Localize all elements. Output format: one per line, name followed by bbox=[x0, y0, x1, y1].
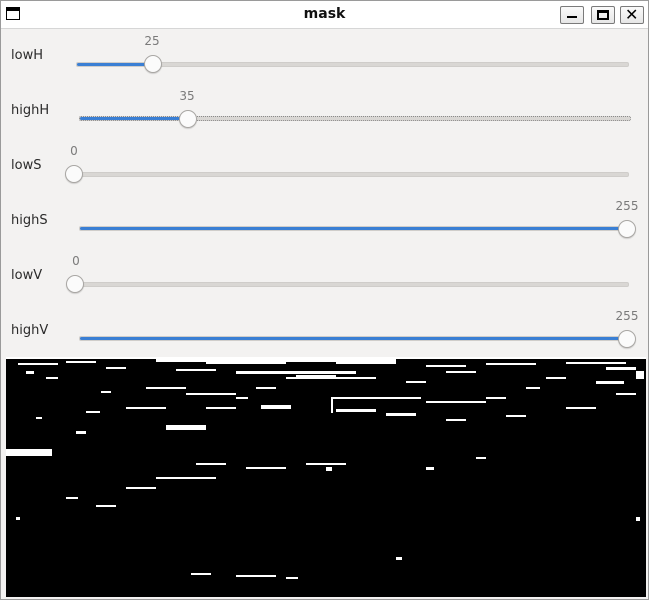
maximize-icon bbox=[597, 10, 609, 20]
slider-value-lowV: 0 bbox=[72, 254, 80, 268]
slider-handle-lowS[interactable] bbox=[65, 165, 83, 183]
slider-fill-highS bbox=[80, 227, 629, 230]
slider-value-highV: 255 bbox=[615, 309, 639, 323]
close-icon: ✕ bbox=[625, 5, 639, 24]
slider-handle-lowH[interactable] bbox=[144, 55, 162, 73]
slider-handle-highH[interactable] bbox=[179, 110, 197, 128]
slider-handle-highV[interactable] bbox=[618, 330, 636, 348]
slider-handle-highS[interactable] bbox=[618, 220, 636, 238]
slider-value-highS: 255 bbox=[615, 199, 639, 213]
slider-handle-lowV[interactable] bbox=[66, 275, 84, 293]
slider-fill-highH bbox=[80, 117, 189, 120]
slider-track-highV[interactable] bbox=[79, 336, 630, 341]
close-button[interactable]: ✕ bbox=[620, 6, 644, 24]
window-title: mask bbox=[303, 6, 346, 22]
slider-label-lowS: lowS bbox=[11, 158, 42, 173]
slider-track-highS[interactable] bbox=[79, 226, 630, 231]
minimize-button[interactable] bbox=[560, 6, 584, 24]
slider-value-lowS: 0 bbox=[70, 144, 78, 158]
title-bar[interactable]: mask ✕ bbox=[1, 1, 648, 29]
slider-track-lowV[interactable] bbox=[71, 282, 629, 287]
slider-label-highS: highS bbox=[11, 213, 48, 228]
trackbar-panel: lowH 25 highH 35 lowS 0 highS 255 lowV 0… bbox=[1, 29, 648, 357]
slider-fill-lowH bbox=[77, 63, 154, 66]
slider-label-lowV: lowV bbox=[11, 268, 43, 283]
maximize-button[interactable] bbox=[591, 6, 615, 24]
slider-track-lowS[interactable] bbox=[71, 172, 629, 177]
mask-image-content bbox=[6, 357, 646, 597]
window: mask ✕ lowH 25 highH 35 lowS 0 highS 255 bbox=[0, 0, 649, 600]
minimize-icon bbox=[567, 16, 577, 18]
slider-label-highH: highH bbox=[11, 103, 50, 118]
slider-value-highH: 35 bbox=[179, 89, 195, 103]
slider-track-highH[interactable] bbox=[79, 116, 631, 121]
mask-image bbox=[6, 357, 646, 597]
slider-fill-highV bbox=[80, 337, 629, 340]
slider-label-highV: highV bbox=[11, 323, 49, 338]
slider-value-lowH: 25 bbox=[144, 34, 160, 48]
slider-label-lowH: lowH bbox=[11, 48, 43, 63]
